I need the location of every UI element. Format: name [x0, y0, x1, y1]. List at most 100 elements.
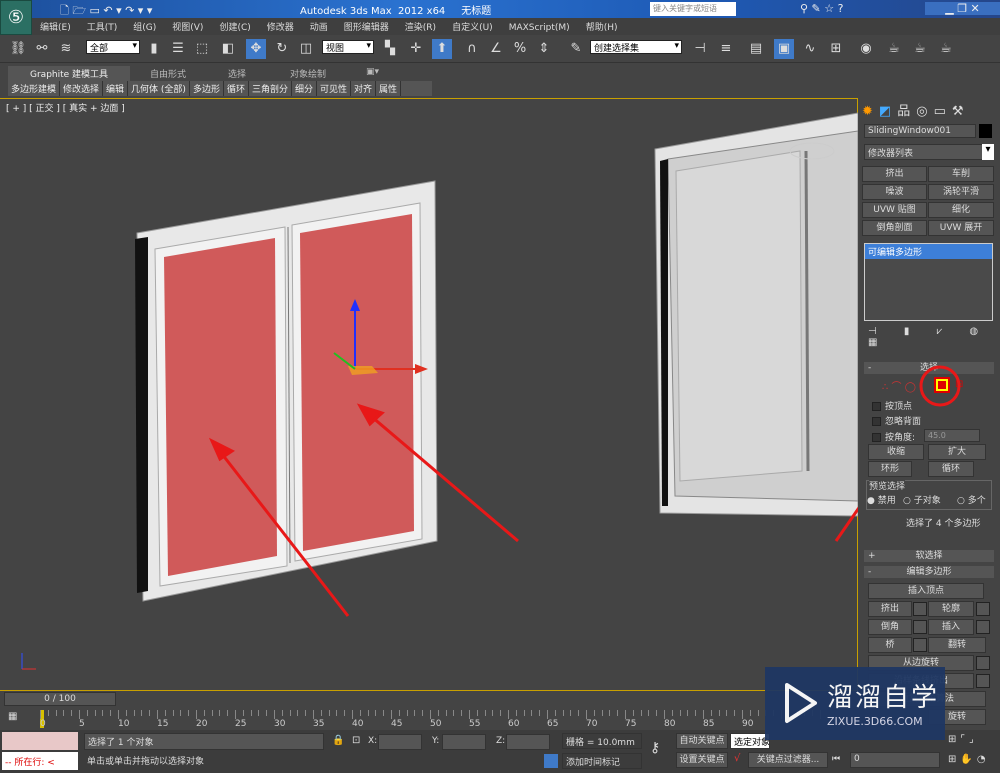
menu-item[interactable]: 自定义(U) [444, 18, 501, 35]
bridge-button[interactable]: 桥 [868, 637, 912, 653]
pivot-icon[interactable]: ▚ [380, 39, 400, 59]
material-editor-icon[interactable]: ◉ [856, 39, 876, 59]
mod-button[interactable]: UVW 展开 [928, 220, 994, 236]
ref-coord-dropdown[interactable]: 视图 [322, 40, 374, 54]
grow-button[interactable]: 扩大 [928, 444, 986, 460]
mod-button[interactable]: 涡轮平滑 [928, 184, 994, 200]
viewport-nav-icons[interactable]: ⊞⌜⌟ [948, 734, 978, 745]
display-tab-icon[interactable]: ▭ [934, 104, 952, 119]
maxscript-listener[interactable] [2, 732, 78, 750]
y-coord-field[interactable] [442, 734, 486, 750]
menu-item[interactable]: 视图(V) [164, 18, 211, 35]
menu-item[interactable]: 帮助(H) [578, 18, 626, 35]
bind-spacewarp-icon[interactable]: ≋ [56, 39, 76, 59]
current-frame-field[interactable]: 0 [850, 752, 940, 768]
help-icons[interactable]: ⚲ ✎ ☆ ? [800, 2, 843, 15]
lock-icon[interactable]: 🔒 [332, 735, 344, 746]
ribbon-item[interactable]: 多边形建模 [8, 81, 61, 96]
window-crossing-icon[interactable]: ◧ [218, 39, 238, 59]
menu-item[interactable]: 组(G) [125, 18, 164, 35]
tab-graphite[interactable]: Graphite 建模工具 [8, 66, 131, 81]
ribbon-item[interactable]: 几何体 (全部) [128, 81, 190, 96]
bevel-button[interactable]: 倒角 [868, 619, 912, 635]
mod-button[interactable]: 车削 [928, 166, 994, 182]
snap-3d-icon[interactable]: ∩ [462, 39, 482, 59]
loop-button[interactable]: 循环 [928, 461, 974, 477]
object-color-swatch[interactable] [979, 124, 992, 138]
tab-object-paint[interactable]: 对象绘制 [290, 67, 326, 80]
rollout-edit-poly-header[interactable]: - 编辑多边形 [864, 566, 994, 578]
ribbon-toggle-icon[interactable]: ▣ [774, 39, 794, 59]
create-tab-icon[interactable]: ✹ [862, 104, 879, 119]
ribbon-item[interactable]: 三角剖分 [249, 81, 292, 96]
layer-icon[interactable]: ▤ [746, 39, 766, 59]
set-key-icon[interactable]: √ [734, 753, 740, 764]
tab-freeform[interactable]: 自由形式 [150, 67, 186, 80]
app-logo-button[interactable]: ⑤ [0, 0, 32, 35]
search-input[interactable]: 键入关键字或短语 [650, 2, 736, 16]
key-filters-button[interactable]: 关键点过滤器... [748, 752, 828, 768]
render-frame-icon[interactable]: ☕ [910, 39, 930, 59]
time-tag-icon[interactable] [544, 754, 558, 768]
menu-item[interactable]: 动画 [302, 18, 336, 35]
flip-button[interactable]: 翻转 [928, 637, 986, 653]
hierarchy-tab-icon[interactable]: 品 [897, 104, 916, 119]
edit-named-sel-icon[interactable]: ✎ [566, 39, 586, 59]
render-setup-icon[interactable]: ☕ [884, 39, 904, 59]
menu-item[interactable]: 工具(T) [79, 18, 126, 35]
ribbon-item[interactable]: 可见性 [317, 81, 352, 96]
tab-selection[interactable]: 选择 [228, 67, 246, 80]
inset-button[interactable]: 插入 [928, 619, 974, 635]
time-slider[interactable]: 0 / 100 [4, 692, 116, 706]
stack-tools[interactable]: ⊣ ▮ ⩗ ◍ ▦ [868, 326, 1000, 348]
link-icon[interactable]: ⛓ [8, 39, 28, 59]
mod-button[interactable]: 细化 [928, 202, 994, 218]
extrude-button[interactable]: 挤出 [868, 601, 912, 617]
object-name-field[interactable]: SlidingWindow001 [864, 124, 976, 138]
rollout-soft-selection-header[interactable]: + 软选择 [864, 550, 994, 562]
modify-tab-icon[interactable]: ◩ [879, 104, 897, 119]
add-time-tag[interactable]: 添加时间标记 [562, 753, 642, 769]
timeline-track[interactable]: ▦ 0 5 10 15 20 25 30 35 40 45 50 55 60 65 70 75 80 85 90 [0, 708, 858, 730]
ribbon-item[interactable]: 循环 [224, 81, 249, 96]
utilities-tab-icon[interactable]: ⚒ [952, 104, 970, 119]
chevron-down-icon[interactable]: ▾ [982, 144, 994, 160]
scale-icon[interactable]: ◫ [296, 39, 316, 59]
angle-snap-icon[interactable]: ∠ [486, 39, 506, 59]
ribbon-item[interactable]: 属性 [376, 81, 402, 96]
select-by-name-icon[interactable]: ☰ [168, 39, 188, 59]
viewport-nav-icons-2[interactable]: ⊞✋◔ [948, 754, 990, 765]
radio-disabled[interactable]: ● 禁用 [867, 493, 896, 506]
vertex-edge-border-icons[interactable]: ∴ ⌒ ◯ [882, 378, 916, 393]
mirror-icon[interactable]: ⊣ [690, 39, 710, 59]
named-selection-dropdown[interactable]: 创建选择集 [590, 40, 682, 54]
menu-item[interactable]: 渲染(R) [397, 18, 444, 35]
render-icon[interactable]: ☕ [936, 39, 956, 59]
key-icon[interactable]: ⚷ [650, 740, 660, 756]
mod-button[interactable]: 倒角剖面 [862, 220, 927, 236]
selection-filter-dropdown[interactable]: 全部 [86, 40, 140, 54]
menu-item[interactable]: 编辑(E) [32, 18, 79, 35]
absolute-mode-icon[interactable]: ⊡ [352, 735, 360, 746]
curve-editor-icon[interactable]: ∿ [800, 39, 820, 59]
x-coord-field[interactable] [378, 734, 422, 750]
rect-selection-icon[interactable]: ⬚ [192, 39, 212, 59]
set-key-button[interactable]: 设置关键点 [676, 752, 728, 768]
auto-key-button[interactable]: 自动关键点 [676, 733, 728, 749]
outline-settings-button[interactable] [976, 602, 990, 616]
menu-item[interactable]: MAXScript(M) [501, 21, 578, 35]
by-vertex-checkbox[interactable]: 按顶点 [872, 399, 912, 412]
keyboard-shortcut-icon[interactable]: ⬆ [432, 39, 452, 59]
menu-item[interactable]: 创建(C) [211, 18, 258, 35]
spinner-snap-icon[interactable]: ⇕ [534, 39, 554, 59]
inset-settings-button[interactable] [976, 620, 990, 634]
z-coord-field[interactable] [506, 734, 550, 750]
ribbon-item[interactable]: 对齐 [351, 81, 377, 96]
mod-button[interactable]: 噪波 [862, 184, 927, 200]
stack-item[interactable]: 可编辑多边形 [865, 244, 992, 259]
maxscript-line[interactable]: -- 所在行: < [2, 752, 78, 770]
frame-step-icon[interactable]: ⏮ [832, 754, 840, 764]
command-panel-tabs[interactable]: ✹◩品◎▭⚒ [862, 100, 970, 119]
rotate-icon[interactable]: ↻ [272, 39, 292, 59]
move-icon[interactable]: ✥ [246, 39, 266, 59]
